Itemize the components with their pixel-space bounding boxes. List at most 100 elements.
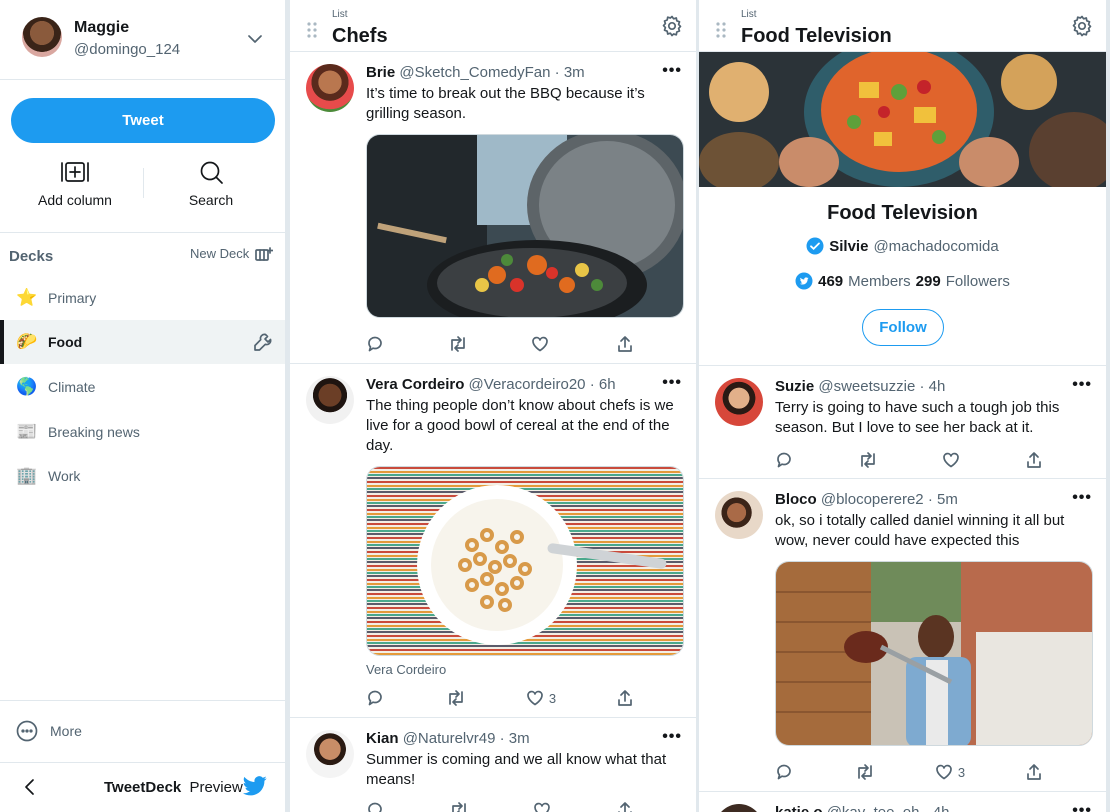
- reply-button[interactable]: [366, 801, 386, 812]
- drag-handle-icon[interactable]: [716, 22, 726, 38]
- reply-button[interactable]: [366, 335, 386, 353]
- deck-item-primary[interactable]: ⭐ Primary: [0, 276, 285, 320]
- new-deck-label: New Deck: [190, 246, 250, 261]
- tweet-header: katie o @kay_tee_oh · 4h: [775, 804, 950, 812]
- new-deck-button[interactable]: New Deck: [190, 246, 274, 261]
- tweet-image-grilling-man[interactable]: [775, 561, 1093, 746]
- tweet-author-name[interactable]: Bloco: [775, 491, 817, 508]
- retweet-button[interactable]: [448, 335, 468, 353]
- reply-button[interactable]: [775, 451, 795, 469]
- deck-label: Climate: [48, 379, 96, 395]
- list-owner-name: Silvie: [829, 237, 869, 255]
- tweet-author-handle[interactable]: @Sketch_ComedyFan: [399, 64, 550, 81]
- deck-item-work[interactable]: 🏢 Work: [0, 454, 285, 498]
- divider: [0, 700, 285, 701]
- column-title: Food Television: [741, 25, 892, 47]
- reply-button[interactable]: [775, 763, 795, 781]
- avatar[interactable]: [715, 491, 763, 539]
- tweet-author-handle[interactable]: @kay_tee_oh: [827, 804, 920, 812]
- add-column-button[interactable]: Add column: [15, 160, 135, 208]
- like-button[interactable]: [531, 335, 554, 353]
- list-owner[interactable]: Silvie @machadocomida: [699, 237, 1106, 255]
- like-button[interactable]: [942, 451, 962, 469]
- tweet-text: Terry is going to have such a tough job …: [775, 399, 1060, 436]
- search-button[interactable]: Search: [151, 160, 271, 208]
- wrench-icon[interactable]: [253, 332, 273, 352]
- tweet-author-handle[interactable]: @Veracordeiro20: [469, 376, 586, 393]
- account-switcher[interactable]: Maggie @domingo_124: [0, 0, 285, 80]
- tweet[interactable]: Bloco @blocoperere2 · 5m ••• ok, so i to…: [699, 479, 1106, 792]
- list-banner-image: [699, 52, 1106, 187]
- tweet-author-handle[interactable]: @blocoperere2: [821, 491, 924, 508]
- twitter-bird-icon: [243, 776, 267, 796]
- tweet-time: · 5m: [927, 491, 958, 508]
- like-button[interactable]: 3: [526, 689, 556, 707]
- avatar[interactable]: [306, 64, 354, 112]
- retweet-button[interactable]: [858, 451, 878, 469]
- avatar[interactable]: [306, 730, 354, 778]
- retweet-icon: [861, 452, 876, 468]
- tweet[interactable]: katie o @kay_tee_oh · 4h •••: [699, 792, 1106, 812]
- deck-item-climate[interactable]: 🌎 Climate: [0, 365, 285, 409]
- share-button[interactable]: [1025, 763, 1045, 781]
- like-button[interactable]: 3: [935, 763, 965, 781]
- reply-icon: [368, 690, 382, 706]
- followers-label[interactable]: Followers: [946, 273, 1010, 290]
- more-options-icon[interactable]: •••: [1072, 802, 1092, 812]
- taco-icon: 🌮: [16, 332, 38, 351]
- members-label[interactable]: Members: [848, 273, 911, 290]
- more-button[interactable]: More: [16, 720, 82, 742]
- tweet-author-name[interactable]: Kian: [366, 730, 399, 747]
- deck-item-breaking-news[interactable]: 📰 Breaking news: [0, 410, 285, 454]
- food-bowl-banner: [699, 52, 1106, 187]
- gear-icon[interactable]: [1070, 14, 1094, 38]
- tweet-text: ok, so i totally called daniel winning i…: [775, 512, 1065, 549]
- more-options-icon[interactable]: •••: [1072, 489, 1092, 507]
- share-button[interactable]: [1025, 451, 1045, 469]
- share-icon: [1027, 452, 1041, 468]
- more-options-icon[interactable]: •••: [662, 374, 682, 392]
- tweet-author-name[interactable]: Brie: [366, 64, 395, 81]
- more-options-icon[interactable]: •••: [1072, 376, 1092, 394]
- follow-button[interactable]: Follow: [862, 309, 944, 346]
- tweet[interactable]: Kian @Naturelvr49 · 3m ••• Summer is com…: [290, 718, 696, 812]
- chevron-down-icon[interactable]: [246, 30, 264, 48]
- tweet-author-handle[interactable]: @sweetsuzzie: [818, 378, 915, 395]
- more-options-icon[interactable]: •••: [662, 728, 682, 746]
- collapse-chevron-left-icon[interactable]: [22, 778, 38, 796]
- avatar[interactable]: [715, 804, 763, 812]
- tweet[interactable]: Suzie @sweetsuzzie · 4h ••• Terry is goi…: [699, 366, 1106, 479]
- reply-button[interactable]: [366, 689, 386, 707]
- tweet-actions: [366, 800, 636, 812]
- gear-icon[interactable]: [660, 14, 684, 38]
- tweet-image-cereal-bowl[interactable]: [366, 466, 684, 656]
- tweet[interactable]: Vera Cordeiro @Veracordeiro20 · 6h ••• T…: [290, 364, 696, 718]
- share-button[interactable]: [616, 801, 636, 812]
- deck-label: Breaking news: [48, 424, 140, 440]
- tweet-image-bbq-grill[interactable]: [366, 134, 684, 318]
- more-options-icon[interactable]: •••: [662, 62, 682, 80]
- share-button[interactable]: [616, 335, 636, 353]
- tweet-author-handle[interactable]: @Naturelvr49: [403, 730, 496, 747]
- tweet-button[interactable]: Tweet: [11, 98, 275, 143]
- brand-name: TweetDeck Preview: [104, 779, 243, 796]
- followers-count[interactable]: 299: [916, 273, 941, 290]
- tweet-author-name[interactable]: Suzie: [775, 378, 814, 395]
- tweet[interactable]: Brie @Sketch_ComedyFan · 3m ••• It’s tim…: [290, 52, 696, 364]
- reply-icon: [368, 336, 382, 352]
- retweet-button[interactable]: [446, 689, 466, 707]
- new-deck-icon: [255, 246, 274, 261]
- tweet-time: · 4h: [919, 378, 946, 395]
- cereal-bowl-image: [367, 467, 683, 655]
- share-button[interactable]: [616, 689, 636, 707]
- avatar[interactable]: [715, 378, 763, 426]
- avatar[interactable]: [306, 376, 354, 424]
- retweet-button[interactable]: [449, 801, 469, 812]
- like-button[interactable]: [533, 801, 553, 812]
- deck-item-food[interactable]: 🌮 Food: [0, 320, 285, 364]
- drag-handle-icon[interactable]: [307, 22, 317, 38]
- tweet-author-name[interactable]: Vera Cordeiro: [366, 376, 464, 393]
- retweet-button[interactable]: [855, 763, 875, 781]
- members-count[interactable]: 469: [818, 273, 843, 290]
- tweet-author-name[interactable]: katie o: [775, 804, 823, 812]
